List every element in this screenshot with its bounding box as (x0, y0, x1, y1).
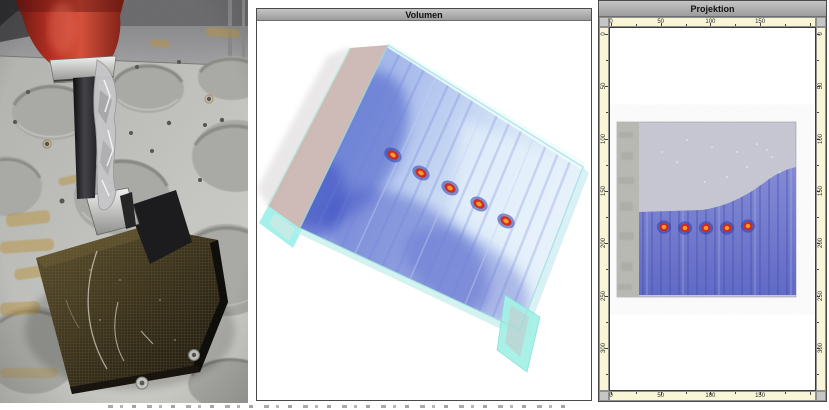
ruler-label: 0 (818, 32, 824, 35)
ruler-corner (599, 17, 609, 27)
ruler-corner (816, 391, 826, 401)
ruler-label: 300 (818, 343, 824, 353)
ruler-label: 200 (601, 238, 607, 248)
bracket-volume-render (257, 21, 591, 400)
ruler-tick (735, 392, 736, 394)
ruler-tick (817, 112, 819, 113)
volume-panel: Volumen (256, 8, 592, 401)
ruler-tick (636, 392, 637, 394)
ruler-label: 150 (755, 19, 765, 25)
ruler-label: 200 (818, 238, 824, 248)
ruler-tick (817, 269, 819, 270)
ruler-label: 100 (601, 134, 607, 144)
ruler-label: 100 (818, 134, 824, 144)
ruler-bottom: 0 50 100 150 (609, 391, 816, 401)
ruler-tick (817, 165, 819, 166)
ruler-label: 150 (818, 186, 824, 196)
figure-canvas: Volumen (0, 0, 829, 410)
ruler-top: 0 50 100 150 (609, 17, 816, 27)
ruler-tick (785, 24, 786, 26)
ruler-tick (686, 392, 687, 394)
ruler-tick (817, 217, 819, 218)
defect-spot (678, 221, 692, 234)
projection-panel: Projektion 0 50 100 150 0 50 100 150 200 250 300 (598, 0, 827, 402)
ruler-tick (810, 392, 811, 395)
cutoff-caption (108, 405, 570, 408)
ruler-label: 100 (705, 393, 715, 399)
ruler-tick (817, 374, 819, 375)
defect-spot (699, 221, 713, 234)
ruler-tick (817, 60, 819, 61)
ruler-tick (636, 24, 637, 26)
ruler-tick (810, 23, 811, 26)
ruler-label: 50 (818, 83, 824, 90)
projection-panel-title: Projektion (690, 4, 734, 14)
ruler-label: 0 (609, 393, 612, 399)
ruler-tick (606, 322, 608, 323)
ruler-tick (735, 24, 736, 26)
ruler-label: 50 (657, 393, 664, 399)
projection-image (617, 122, 796, 297)
ruler-label: 250 (818, 290, 824, 300)
ruler-tick (817, 322, 819, 323)
projection-panel-titlebar[interactable]: Projektion (599, 1, 826, 17)
ruler-tick (606, 165, 608, 166)
ruler-tick (606, 217, 608, 218)
ruler-label: 250 (601, 290, 607, 300)
defect-spot (657, 220, 671, 233)
defect-spot (741, 219, 755, 232)
ruler-label: 50 (601, 83, 607, 90)
projection-render (610, 28, 815, 390)
volume-3d-viewport[interactable] (257, 21, 591, 400)
ruler-tick (606, 374, 608, 375)
projection-2d-viewport[interactable] (609, 27, 816, 391)
ruler-tick (606, 60, 608, 61)
ruler-tick (686, 24, 687, 26)
process-photo (0, 0, 248, 403)
ruler-corner (816, 17, 826, 27)
ruler-label: 50 (657, 19, 664, 25)
ruler-label: 0 (601, 32, 607, 35)
ruler-tick (606, 269, 608, 270)
defect-spot (720, 221, 734, 234)
ruler-label: 150 (601, 186, 607, 196)
ruler-label: 150 (755, 393, 765, 399)
ruler-left: 0 50 100 150 200 250 300 (599, 27, 609, 391)
ruler-label: 0 (609, 19, 612, 25)
ruler-corner (599, 391, 609, 401)
ruler-tick (785, 392, 786, 394)
ruler-label: 100 (705, 19, 715, 25)
volume-panel-title: Volumen (405, 10, 442, 20)
ruler-right: 0 50 100 150 200 250 300 (816, 27, 826, 391)
volume-panel-titlebar[interactable]: Volumen (257, 9, 591, 21)
ruler-label: 300 (601, 343, 607, 353)
ruler-tick (606, 112, 608, 113)
